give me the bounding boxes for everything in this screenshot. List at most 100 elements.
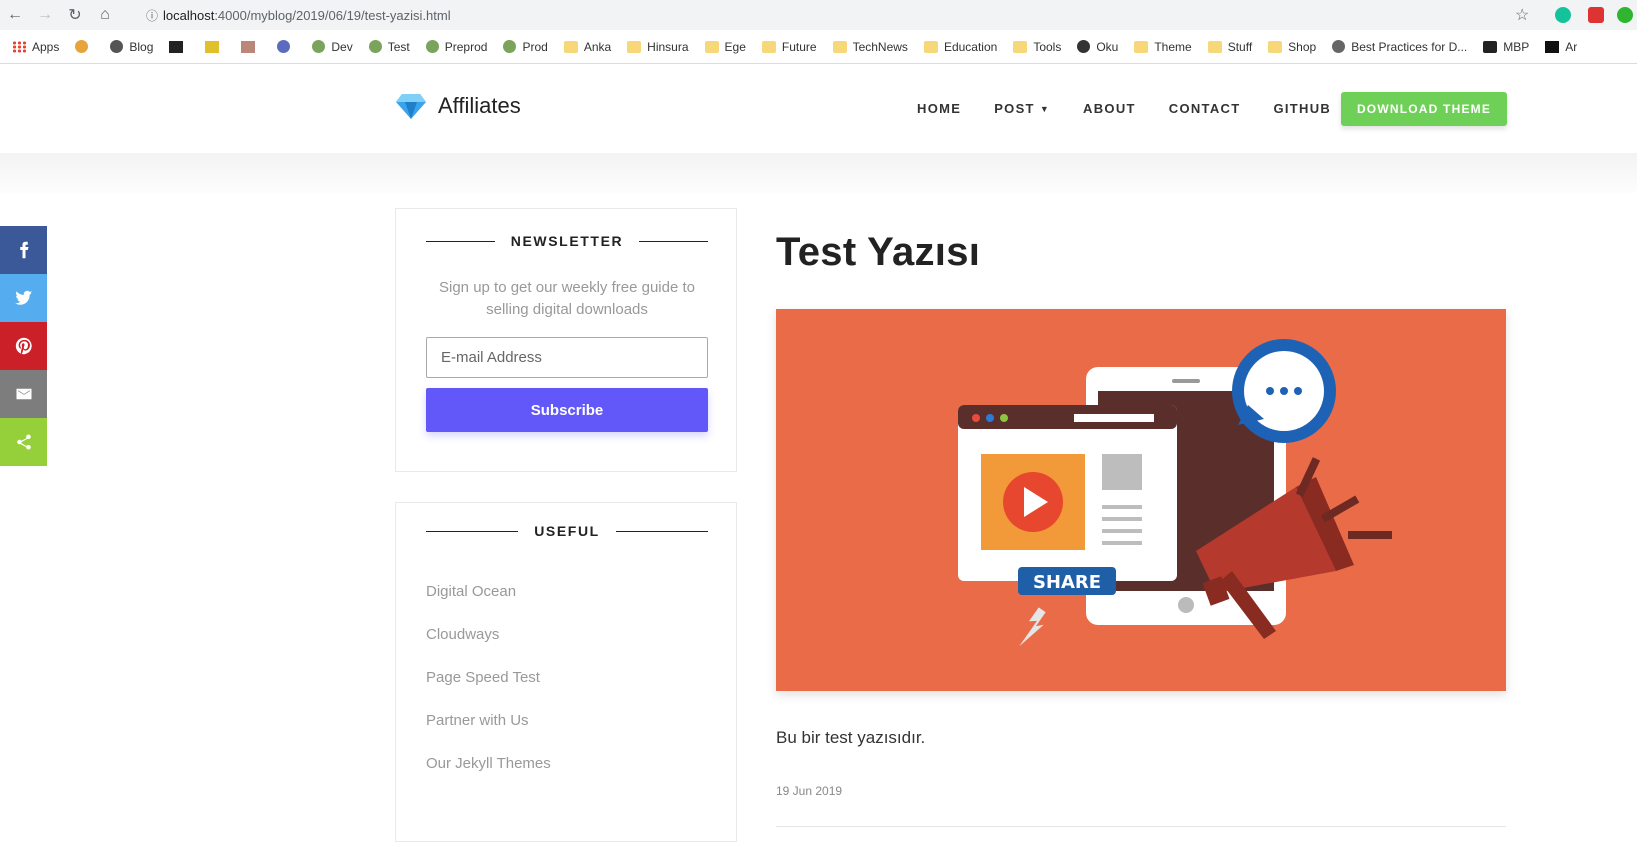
address-bar[interactable]: ⓘ localhost:4000/myblog/2019/06/19/test-… — [141, 3, 1541, 27]
amazon-icon — [1483, 40, 1498, 53]
nav-about[interactable]: ABOUT — [1083, 101, 1136, 116]
newsletter-card: NEWSLETTER Sign up to get our weekly fre… — [395, 208, 737, 472]
useful-link[interactable]: Page Speed Test — [426, 669, 551, 712]
bookmark-ege[interactable]: Ege — [704, 40, 746, 54]
subscribe-button[interactable]: Subscribe — [426, 388, 708, 432]
bookmark-test[interactable]: Test — [368, 40, 410, 54]
bookmark-ar[interactable]: Ar — [1545, 40, 1577, 54]
useful-heading: USEFUL — [426, 523, 709, 539]
bookmark-favicon[interactable] — [277, 40, 296, 53]
share-label: SHARE — [1033, 572, 1101, 593]
share-illustration: SHARE — [958, 339, 1392, 647]
extension-icon[interactable] — [1588, 7, 1604, 23]
bookmark-dev[interactable]: Dev — [312, 40, 353, 54]
bookmark-hinsura[interactable]: Hinsura — [627, 40, 689, 54]
nav-home[interactable]: HOME — [917, 101, 961, 116]
download-theme-button[interactable]: DOWNLOAD THEME — [1341, 92, 1507, 126]
heading-rule — [639, 240, 709, 242]
back-icon[interactable]: ← — [0, 0, 30, 30]
facebook-share-button[interactable] — [0, 226, 47, 274]
bookmark-favicon[interactable] — [169, 40, 189, 53]
bookmark-star-icon[interactable]: ☆ — [1515, 5, 1529, 25]
post-date: 19 Jun 2019 — [776, 784, 843, 798]
dev-favicon-icon — [312, 40, 326, 53]
prod-favicon-icon — [503, 40, 517, 53]
globe-icon — [1332, 40, 1346, 53]
email-field[interactable]: E-mail Address — [426, 337, 708, 378]
bookmark-apps[interactable]: Apps — [12, 40, 59, 54]
site-logo[interactable]: Affiliates — [396, 92, 521, 120]
caret-down-icon: ▼ — [1039, 103, 1051, 114]
useful-link[interactable]: Our Jekyll Themes — [426, 755, 551, 798]
heading-rule — [426, 240, 495, 242]
bookmark-mbp[interactable]: MBP — [1483, 40, 1529, 54]
extension-green-icon[interactable] — [1617, 7, 1633, 23]
email-icon — [16, 388, 31, 400]
folder-icon — [1207, 40, 1222, 53]
bookmark-preprod[interactable]: Preprod — [425, 40, 487, 54]
folder-icon — [627, 40, 642, 53]
folder-icon — [563, 40, 578, 53]
bookmark-blog[interactable]: Blog — [110, 40, 153, 54]
useful-link[interactable]: Partner with Us — [426, 712, 551, 755]
favicon-icon — [205, 40, 220, 53]
nav-post[interactable]: POST ▼ — [994, 101, 1050, 116]
favicon-icon — [1545, 40, 1560, 53]
email-share-button[interactable] — [0, 370, 47, 418]
bookmark-theme[interactable]: Theme — [1134, 40, 1192, 54]
folder-icon — [1268, 40, 1283, 53]
post-featured-image: SHARE — [776, 309, 1506, 691]
oku-favicon-icon — [1077, 40, 1091, 53]
nav-github[interactable]: GITHUB — [1273, 101, 1331, 116]
bookmark-favicon[interactable] — [241, 40, 261, 53]
bookmark-education[interactable]: Education — [923, 40, 997, 54]
newsletter-description: Sign up to get our weekly free guide to … — [439, 279, 695, 318]
diamond-logo-icon — [396, 94, 426, 119]
useful-link[interactable]: Cloudways — [426, 626, 551, 669]
bookmark-oku[interactable]: Oku — [1077, 40, 1118, 54]
more-share-button[interactable] — [0, 418, 47, 466]
useful-links: Digital Ocean Cloudways Page Speed Test … — [426, 583, 551, 798]
pinterest-icon — [15, 337, 32, 355]
folder-icon — [704, 40, 719, 53]
home-icon[interactable]: ⌂ — [90, 0, 120, 30]
favicon-icon — [75, 40, 89, 53]
post-divider — [776, 826, 1506, 827]
url-host: localhost — [163, 7, 215, 23]
site-header: Affiliates HOME POST ▼ ABOUT CONTACT GITH… — [0, 65, 1637, 153]
heading-rule — [426, 530, 519, 532]
bookmark-anka[interactable]: Anka — [563, 40, 611, 54]
bookmark-future[interactable]: Future — [761, 40, 817, 54]
bookmark-shop[interactable]: Shop — [1268, 40, 1316, 54]
post-body: Bu bir test yazısıdır. — [776, 728, 926, 747]
bookmarks-bar: Apps Blog Dev Test Preprod Prod Anka Hin… — [0, 30, 1637, 64]
facebook-icon — [19, 241, 28, 259]
grammarly-extension-icon[interactable] — [1555, 7, 1571, 23]
url-path: :4000/myblog/2019/06/19/test-yazisi.html — [214, 7, 451, 23]
bookmark-best-practices[interactable]: Best Practices for D... — [1332, 40, 1467, 54]
bookmark-prod[interactable]: Prod — [503, 40, 548, 54]
folder-icon — [832, 40, 847, 53]
bookmark-stuff[interactable]: Stuff — [1207, 40, 1252, 54]
header-shadow-band — [0, 153, 1637, 193]
bookmark-tools[interactable]: Tools — [1013, 40, 1061, 54]
forward-icon[interactable]: → — [30, 0, 60, 30]
nav-contact[interactable]: CONTACT — [1169, 101, 1241, 116]
share-icon — [16, 434, 31, 450]
twitter-icon — [14, 290, 32, 305]
bookmark-technews[interactable]: TechNews — [832, 40, 908, 54]
info-icon[interactable]: ⓘ — [141, 3, 163, 27]
bookmark-favicon[interactable] — [205, 40, 225, 53]
blog-favicon-icon — [110, 40, 124, 53]
reload-icon[interactable]: ↻ — [60, 0, 90, 30]
main-nav: HOME POST ▼ ABOUT CONTACT GITHUB — [917, 101, 1364, 116]
bookmark-favicon[interactable] — [75, 40, 94, 53]
newsletter-heading: NEWSLETTER — [426, 233, 709, 249]
pinterest-share-button[interactable] — [0, 322, 47, 370]
twitter-share-button[interactable] — [0, 274, 47, 322]
useful-link[interactable]: Digital Ocean — [426, 583, 551, 626]
post-title: Test Yazısı — [776, 230, 981, 274]
preprod-favicon-icon — [425, 40, 439, 53]
favicon-icon — [169, 40, 184, 53]
heading-rule — [615, 530, 709, 532]
